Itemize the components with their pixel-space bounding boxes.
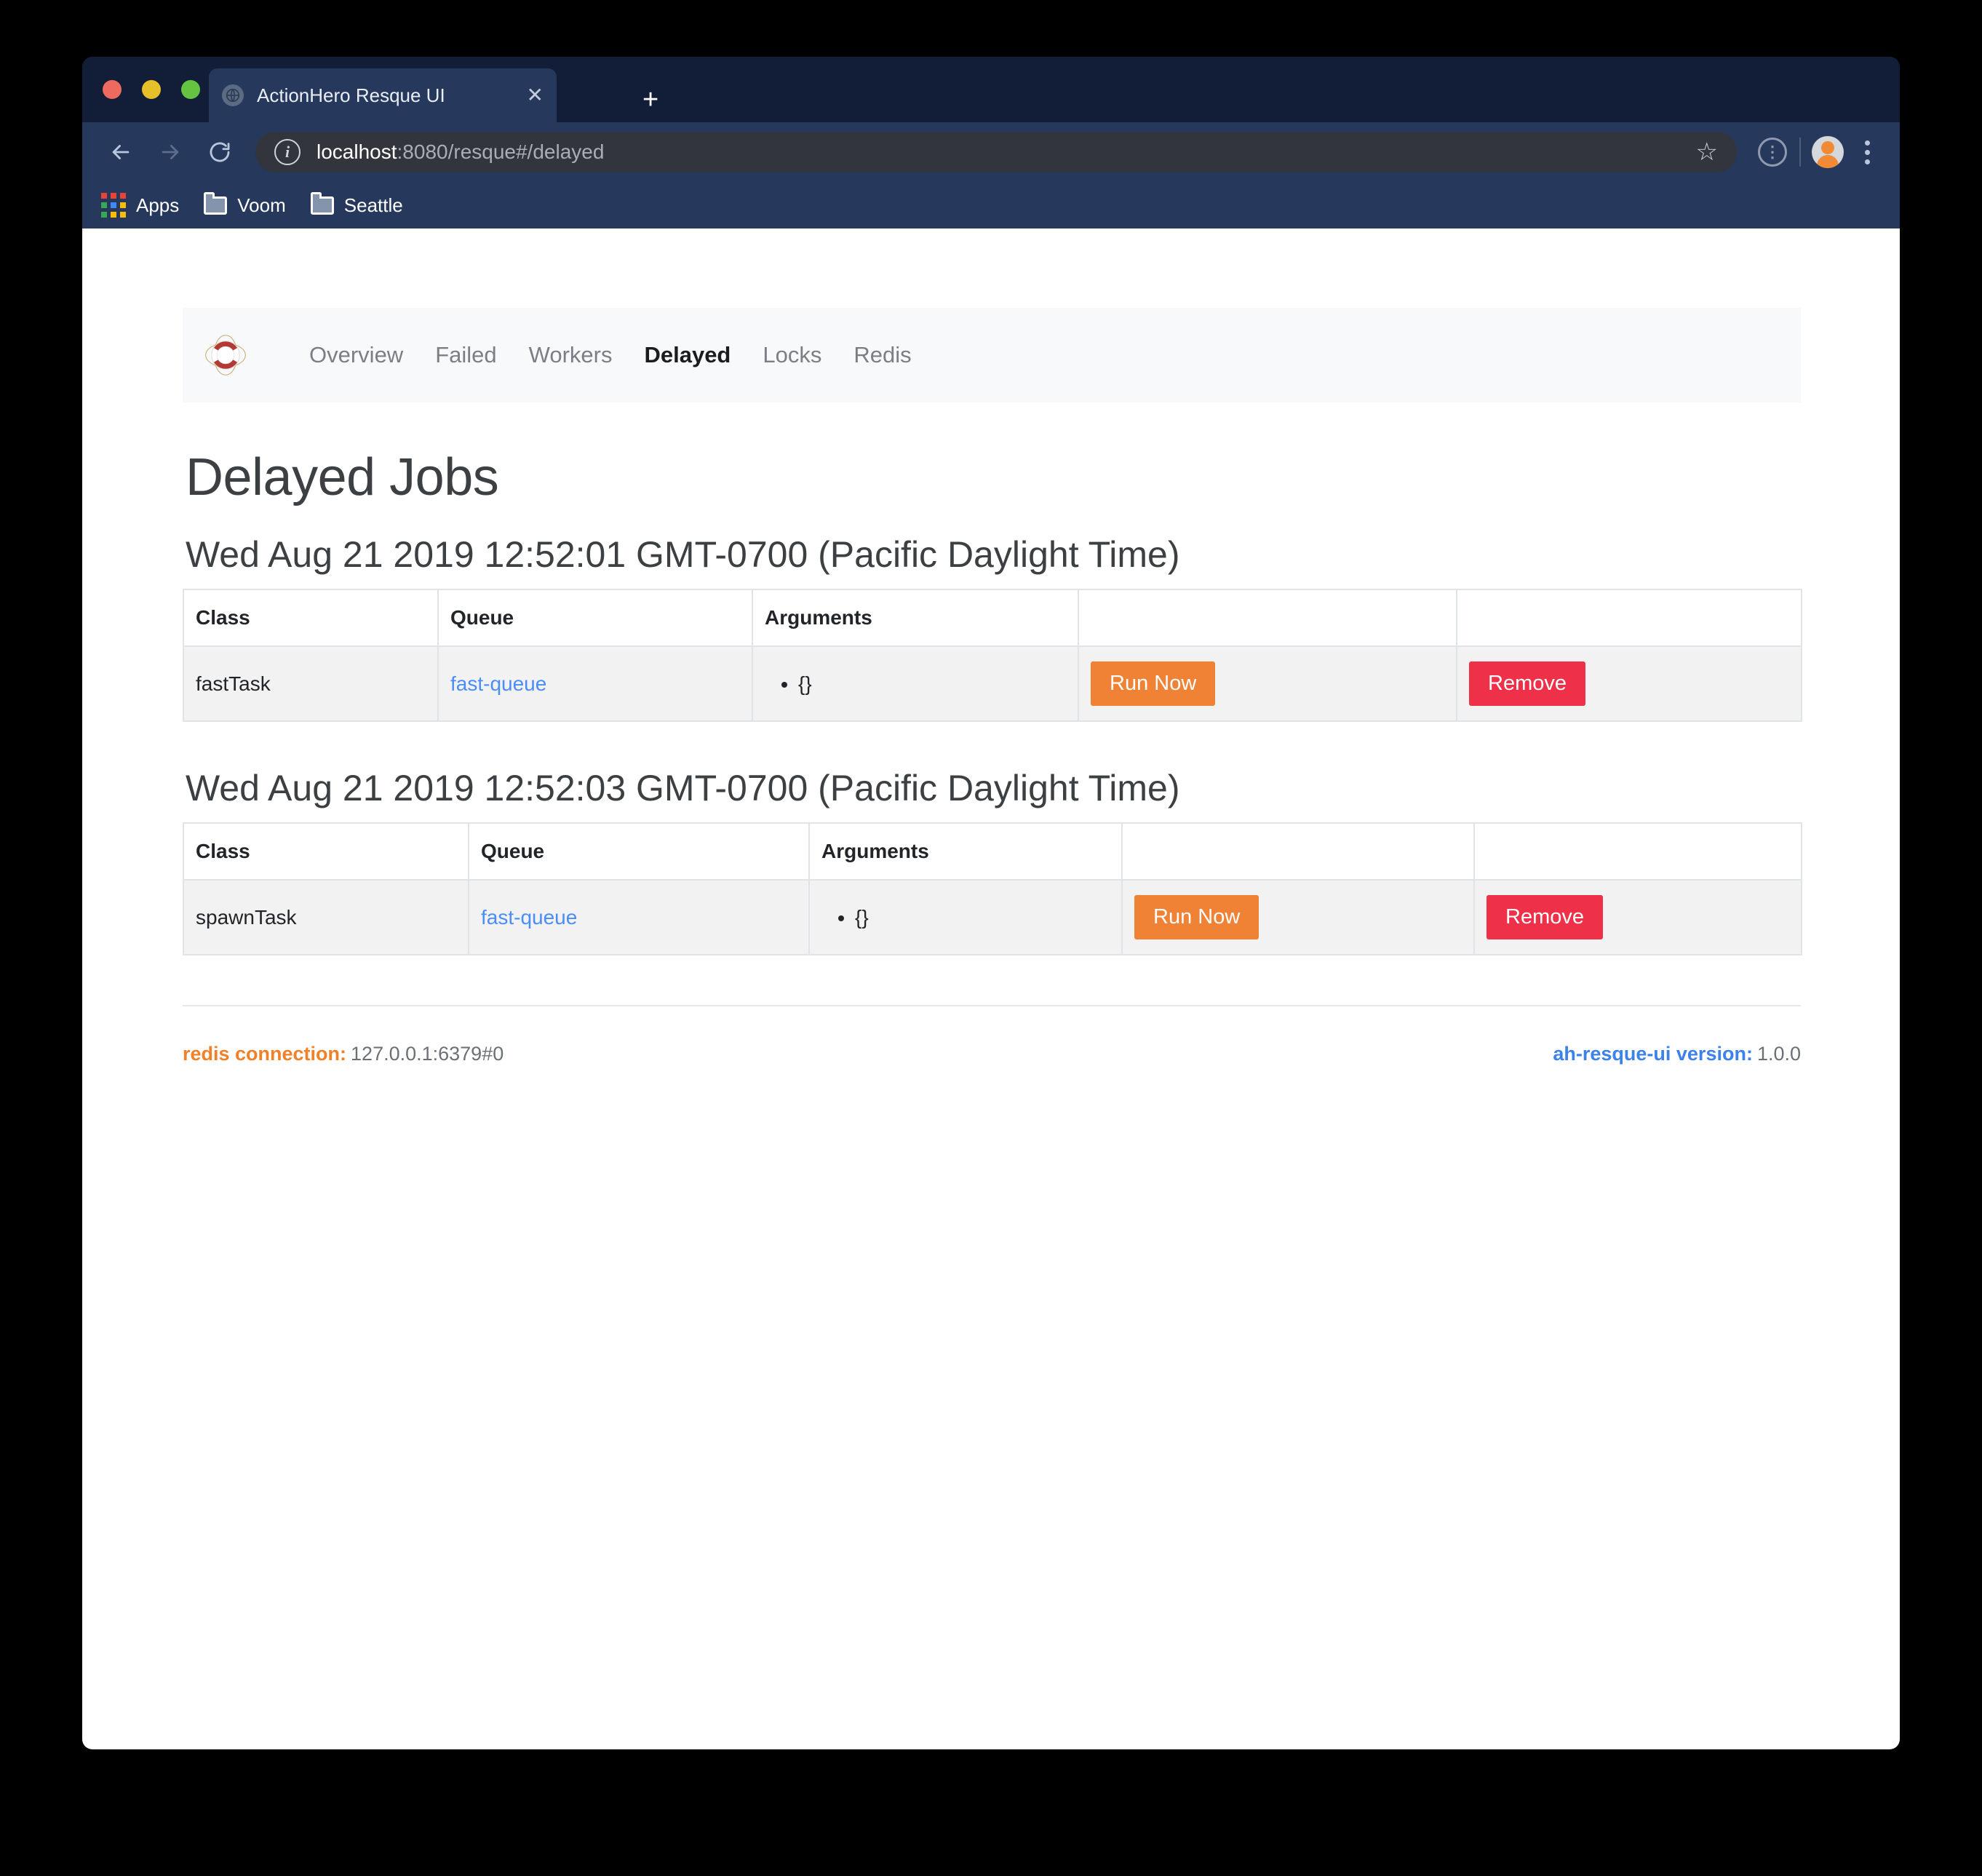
column-header-remove bbox=[1456, 589, 1802, 647]
cell-class: fastTask bbox=[183, 645, 439, 722]
browser-toolbar: i localhost:8080/resque#/delayed ☆ ⋮ bbox=[82, 122, 1900, 182]
cell-arguments: {} bbox=[752, 645, 1079, 722]
bookmark-seattle[interactable]: Seattle bbox=[310, 191, 403, 217]
table-row: spawnTask fast-queue {} Run Now bbox=[183, 879, 1802, 955]
url-path: :8080/resque#/delayed bbox=[397, 140, 605, 163]
nav-link-overview[interactable]: Overview bbox=[293, 342, 419, 368]
tab-title: ActionHero Resque UI bbox=[257, 84, 445, 106]
bookmark-label: Seattle bbox=[343, 194, 403, 216]
close-window-button[interactable] bbox=[103, 80, 122, 99]
arguments-list: {} bbox=[765, 672, 1066, 696]
delayed-section-date: Wed Aug 21 2019 12:52:03 GMT-0700 (Pacif… bbox=[186, 768, 1180, 808]
queue-link[interactable]: fast-queue bbox=[450, 672, 546, 695]
maximize-window-button[interactable] bbox=[181, 80, 200, 99]
column-header-arguments: Arguments bbox=[808, 822, 1123, 881]
page-content: Overview Failed Workers Delayed Locks Re… bbox=[183, 228, 1802, 1065]
column-header-run-now bbox=[1121, 822, 1475, 881]
nav-link-locks[interactable]: Locks bbox=[747, 342, 837, 368]
cell-run-now: Run Now bbox=[1078, 645, 1457, 722]
app-navbar: Overview Failed Workers Delayed Locks Re… bbox=[183, 308, 1801, 402]
cell-remove: Remove bbox=[1456, 645, 1802, 722]
delayed-jobs-table: Class Queue Arguments fastTask fast-queu… bbox=[183, 589, 1802, 722]
cell-remove: Remove bbox=[1473, 879, 1802, 955]
apps-grid-icon bbox=[101, 193, 126, 218]
run-now-button[interactable]: Run Now bbox=[1091, 661, 1216, 706]
redis-connection-info: redis connection: 127.0.0.1:6379#0 bbox=[183, 1043, 504, 1065]
url-host: localhost bbox=[317, 140, 397, 163]
cell-arguments: {} bbox=[808, 879, 1123, 955]
folder-icon bbox=[204, 191, 228, 215]
folder-icon bbox=[310, 191, 334, 215]
minimize-window-button[interactable] bbox=[142, 80, 161, 99]
run-now-button[interactable]: Run Now bbox=[1134, 895, 1259, 939]
url-text: localhost:8080/resque#/delayed bbox=[317, 140, 604, 164]
extension-info-icon[interactable]: ⋮ bbox=[1753, 132, 1792, 172]
argument-item: {} bbox=[855, 906, 1110, 929]
toolbar-divider bbox=[1799, 138, 1801, 167]
cell-queue: fast-queue bbox=[468, 879, 810, 955]
bookmark-label: Voom bbox=[237, 194, 286, 216]
lifebuoy-logo[interactable] bbox=[203, 333, 248, 378]
user-avatar[interactable] bbox=[1808, 132, 1847, 172]
column-header-class: Class bbox=[183, 589, 439, 647]
column-header-queue: Queue bbox=[437, 589, 753, 647]
redis-connection-value: 127.0.0.1:6379#0 bbox=[351, 1043, 504, 1065]
column-header-arguments: Arguments bbox=[752, 589, 1079, 647]
cell-class: spawnTask bbox=[183, 879, 469, 955]
kebab-menu-icon[interactable] bbox=[1847, 132, 1887, 172]
column-header-remove bbox=[1473, 822, 1802, 881]
table-header-row: Class Queue Arguments bbox=[183, 589, 1802, 647]
arguments-list: {} bbox=[821, 906, 1110, 929]
remove-button[interactable]: Remove bbox=[1469, 661, 1585, 706]
cell-queue: fast-queue bbox=[437, 645, 753, 722]
bookmark-voom[interactable]: Voom bbox=[204, 191, 286, 217]
table-header-row: Class Queue Arguments bbox=[183, 822, 1802, 881]
nav-link-redis[interactable]: Redis bbox=[837, 342, 927, 368]
close-icon[interactable]: ✕ bbox=[527, 85, 544, 106]
bookmarks-bar: Apps Voom Seattle bbox=[82, 182, 1900, 228]
arrow-left-icon[interactable] bbox=[101, 132, 140, 172]
nav-link-workers[interactable]: Workers bbox=[513, 342, 629, 368]
queue-link[interactable]: fast-queue bbox=[481, 906, 577, 929]
column-header-class: Class bbox=[183, 822, 469, 881]
app-nav-links: Overview Failed Workers Delayed Locks Re… bbox=[293, 342, 928, 368]
page-viewport: Overview Failed Workers Delayed Locks Re… bbox=[82, 228, 1900, 1749]
window-traffic-lights bbox=[103, 80, 200, 99]
page-footer: redis connection: 127.0.0.1:6379#0 ah-res… bbox=[183, 1005, 1801, 1065]
tab-strip: ActionHero Resque UI ✕ + bbox=[82, 57, 1900, 122]
table-row: fastTask fast-queue {} Run Now bbox=[183, 645, 1802, 722]
nav-link-failed[interactable]: Failed bbox=[419, 342, 512, 368]
address-bar[interactable]: i localhost:8080/resque#/delayed ☆ bbox=[255, 132, 1737, 172]
version-value: 1.0.0 bbox=[1756, 1043, 1801, 1065]
column-header-run-now bbox=[1078, 589, 1457, 647]
delayed-jobs-table: Class Queue Arguments spawnTask fast-que… bbox=[183, 822, 1802, 955]
page-title: Delayed Jobs bbox=[186, 448, 499, 506]
bookmark-label: Apps bbox=[136, 194, 180, 216]
version-label: ah-resque-ui version: bbox=[1553, 1043, 1753, 1065]
info-icon[interactable]: i bbox=[274, 139, 301, 165]
version-info: ah-resque-ui version: 1.0.0 bbox=[1553, 1043, 1801, 1065]
reload-icon[interactable] bbox=[200, 132, 239, 172]
star-icon[interactable]: ☆ bbox=[1696, 138, 1718, 167]
nav-link-delayed[interactable]: Delayed bbox=[628, 342, 747, 368]
redis-connection-label: redis connection: bbox=[183, 1043, 347, 1065]
arrow-right-icon[interactable] bbox=[151, 132, 190, 172]
delayed-section-date: Wed Aug 21 2019 12:52:01 GMT-0700 (Pacif… bbox=[186, 534, 1180, 575]
browser-window: ActionHero Resque UI ✕ + i localhost:808… bbox=[82, 57, 1900, 1749]
globe-icon bbox=[222, 84, 244, 106]
argument-item: {} bbox=[798, 672, 1066, 696]
cell-run-now: Run Now bbox=[1121, 879, 1475, 955]
remove-button[interactable]: Remove bbox=[1486, 895, 1603, 939]
bookmark-apps[interactable]: Apps bbox=[101, 193, 179, 218]
column-header-queue: Queue bbox=[468, 822, 810, 881]
new-tab-button[interactable]: + bbox=[642, 86, 658, 114]
browser-tab[interactable]: ActionHero Resque UI ✕ bbox=[209, 68, 557, 122]
